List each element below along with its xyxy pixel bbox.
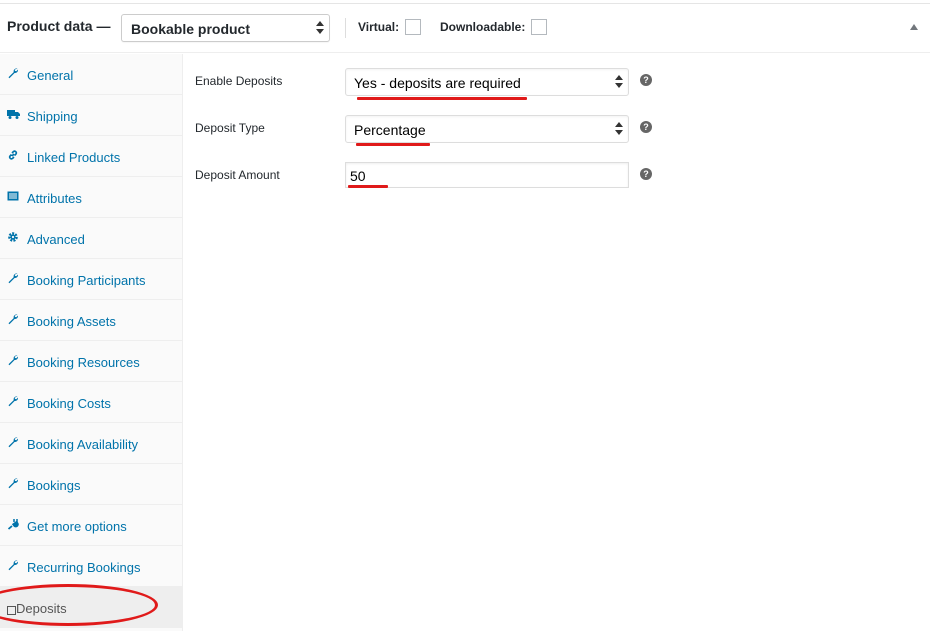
- select-arrows-icon: [316, 19, 324, 37]
- tab-label: Booking Assets: [27, 314, 116, 329]
- gear-icon: [6, 231, 20, 245]
- tab-booking-costs[interactable]: Booking Costs: [0, 382, 182, 423]
- product-type-value: Bookable product: [131, 21, 251, 37]
- wrench-icon: [6, 436, 20, 450]
- deposit-amount-label: Deposit Amount: [195, 168, 280, 182]
- tab-label: Booking Availability: [27, 437, 139, 452]
- annotation-underline: [348, 185, 388, 188]
- wrench-icon: [6, 272, 20, 286]
- truck-icon: [6, 108, 20, 122]
- tab-booking-participants[interactable]: Booking Participants: [0, 259, 182, 300]
- tab-booking-assets[interactable]: Booking Assets: [0, 300, 182, 341]
- tab-general[interactable]: General: [0, 54, 182, 95]
- deposit-type-label: Deposit Type: [195, 121, 265, 135]
- tab-attributes[interactable]: Attributes: [0, 177, 182, 218]
- tab-label: Booking Participants: [27, 273, 146, 288]
- tab-booking-resources[interactable]: Booking Resources: [0, 341, 182, 382]
- downloadable-checkbox[interactable]: [531, 19, 547, 35]
- list-icon: [6, 190, 20, 204]
- tab-shipping[interactable]: Shipping: [0, 95, 182, 136]
- product-data-header: Product data — Bookable product Virtual:…: [0, 4, 930, 53]
- select-arrows-icon: [615, 73, 623, 91]
- tab-recurring-bookings[interactable]: Recurring Bookings: [0, 546, 182, 587]
- tab-label: General: [27, 68, 74, 83]
- tab-label: Shipping: [27, 109, 78, 124]
- tab-label: Bookings: [27, 478, 81, 493]
- select-arrows-icon: [615, 120, 623, 138]
- wrench-icon: [6, 67, 20, 81]
- enable-deposits-label: Enable Deposits: [195, 74, 283, 88]
- tab-booking-availability[interactable]: Booking Availability: [0, 423, 182, 464]
- downloadable-label: Downloadable:: [440, 20, 526, 34]
- plug-icon: [6, 518, 20, 532]
- tab-label: Linked Products: [27, 150, 121, 165]
- product-data-tabs: General Shipping Linked Products Attribu…: [0, 54, 183, 631]
- tab-linked-products[interactable]: Linked Products: [0, 136, 182, 177]
- enable-deposits-select[interactable]: Yes - deposits are required: [345, 68, 629, 96]
- annotation-underline: [356, 143, 430, 146]
- tab-get-more-options[interactable]: Get more options: [0, 505, 182, 546]
- deposit-amount-input[interactable]: 50: [345, 162, 629, 188]
- tab-advanced[interactable]: Advanced: [0, 218, 182, 259]
- tab-label: Advanced: [27, 232, 85, 247]
- deposit-amount-value: 50: [350, 168, 366, 184]
- wrench-icon: [6, 559, 20, 573]
- wrench-icon: [6, 477, 20, 491]
- virtual-checkbox[interactable]: [405, 19, 421, 35]
- deposit-type-select[interactable]: Percentage: [345, 115, 629, 143]
- wrench-icon: [6, 313, 20, 327]
- virtual-label: Virtual:: [358, 20, 400, 34]
- deposit-type-value: Percentage: [354, 122, 426, 138]
- help-icon[interactable]: ?: [640, 121, 652, 133]
- deposits-settings: Enable Deposits Yes - deposits are requi…: [184, 54, 930, 631]
- tab-label: Booking Resources: [27, 355, 140, 370]
- link-icon: [6, 149, 20, 163]
- product-type-select[interactable]: Bookable product: [121, 14, 330, 42]
- tab-label: Get more options: [27, 519, 127, 534]
- tab-label: Booking Costs: [27, 396, 111, 411]
- panel-title: Product data —: [7, 18, 111, 34]
- header-divider: [345, 18, 346, 38]
- tab-label: Recurring Bookings: [27, 560, 141, 575]
- wrench-icon: [6, 395, 20, 409]
- wrench-icon: [6, 354, 20, 368]
- tab-label: Attributes: [27, 191, 82, 206]
- collapse-toggle-icon[interactable]: [910, 24, 918, 30]
- help-icon[interactable]: ?: [640, 168, 652, 180]
- enable-deposits-value: Yes - deposits are required: [354, 75, 521, 91]
- tab-bookings[interactable]: Bookings: [0, 464, 182, 505]
- help-icon[interactable]: ?: [640, 74, 652, 86]
- annotation-underline: [357, 97, 527, 100]
